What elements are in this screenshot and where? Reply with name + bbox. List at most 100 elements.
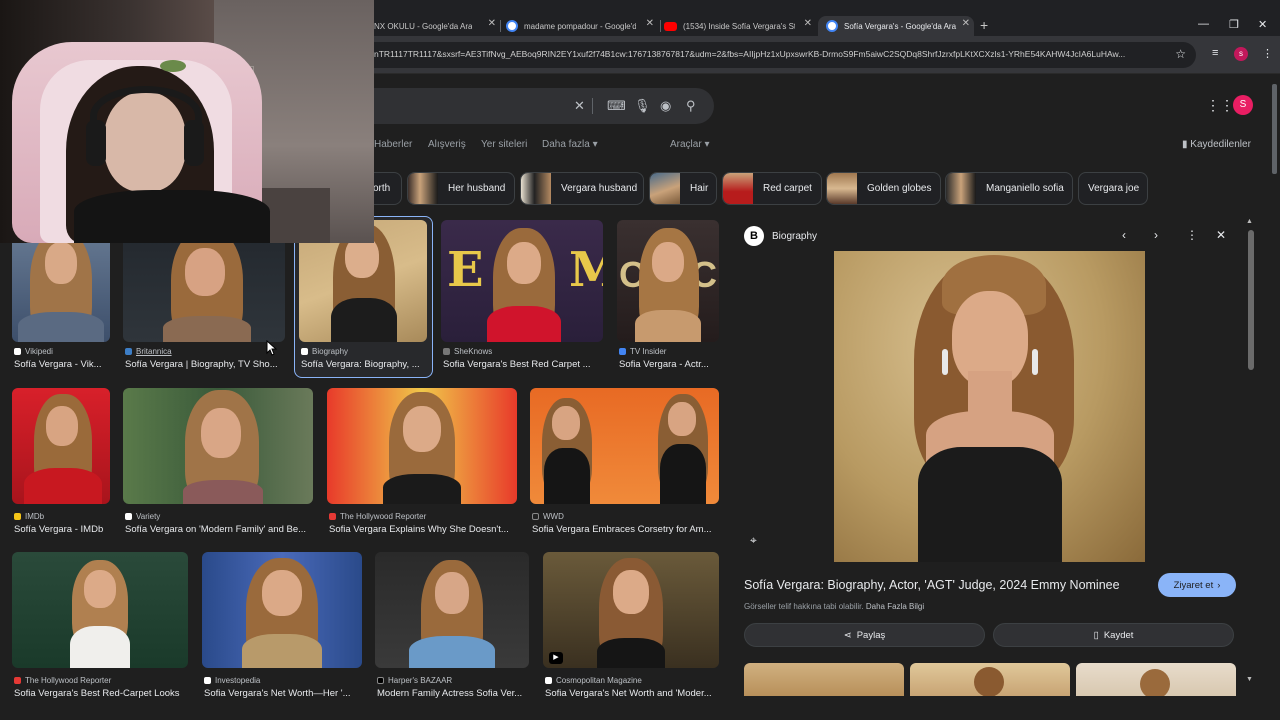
chip-red-carpet[interactable]: Red carpet [722, 172, 822, 205]
next-icon[interactable]: › [1154, 228, 1158, 242]
visit-label: Ziyaret et [1173, 579, 1214, 591]
result-source: IMDb [14, 512, 44, 521]
bookmark-icon: ▯ [1093, 629, 1099, 641]
tab-title: (1534) Inside Sofía Vergara's St [683, 21, 795, 31]
lens-icon[interactable]: ◉ [660, 98, 671, 114]
clear-icon[interactable]: ✕ [574, 98, 585, 114]
share-label: Paylaş [856, 629, 886, 641]
microphone-icon[interactable]: 🎙 [634, 98, 651, 114]
chip-golden-globes[interactable]: Golden globes [826, 172, 941, 205]
tab-nx-okulu[interactable]: NX OKULU - Google'da Ara ✕ [374, 16, 500, 36]
tab-search-icon[interactable]: ≡ [1212, 47, 1218, 59]
close-icon[interactable]: ✕ [488, 18, 496, 29]
save-label: Kaydet [1103, 629, 1134, 641]
chip-manganiello-sofia[interactable]: Manganiello sofia [945, 172, 1073, 205]
search-input[interactable]: ✕ ⌨ 🎙 ◉ ⚲ [370, 88, 714, 124]
biography-icon [301, 348, 308, 355]
previous-icon[interactable]: ‹ [1122, 228, 1126, 242]
preview-title[interactable]: Sofía Vergara: Biography, Actor, 'AGT' J… [744, 578, 1120, 592]
result-image[interactable] [327, 388, 517, 504]
nav-tools[interactable]: Araçlar ▾ [670, 139, 709, 150]
result-image[interactable] [202, 552, 362, 668]
nav-more[interactable]: Daha fazla ▾ [542, 139, 598, 150]
result-title: Sofía Vergara on 'Modern Family' and Be.… [125, 524, 307, 535]
close-window-icon[interactable]: ✕ [1258, 18, 1267, 31]
imdb-icon [14, 513, 21, 520]
result-source: Investopedia [204, 676, 260, 685]
harpers-bazaar-icon [377, 677, 384, 684]
chip-hair[interactable]: Hair [649, 172, 717, 205]
result-source: Biography [301, 347, 348, 356]
result-source: Variety [125, 512, 160, 521]
result-title: Sofía Vergara - Vik... [14, 359, 102, 370]
page-scrollbar[interactable] [1272, 84, 1277, 174]
chip-her-husband[interactable]: Her husband [407, 172, 515, 205]
related-image[interactable] [1076, 663, 1236, 696]
save-button[interactable]: ▯ Kaydet [993, 623, 1234, 647]
result-image[interactable] [530, 388, 719, 504]
chip-vergara-joe[interactable]: Vergara joe [1078, 172, 1148, 205]
keyboard-icon[interactable]: ⌨ [607, 98, 626, 114]
result-title: Sofia Vergara's Net Worth and 'Moder... [545, 688, 712, 699]
result-image[interactable] [123, 388, 313, 504]
scroll-down-icon[interactable]: ▼ [1246, 676, 1253, 683]
related-image[interactable] [910, 663, 1070, 696]
close-icon[interactable]: ✕ [804, 18, 812, 29]
panel-source[interactable]: Biography [772, 231, 817, 242]
result-image[interactable] [12, 552, 188, 668]
browser-profile-avatar[interactable]: s [1234, 47, 1248, 61]
tab-madame-pompadour[interactable]: madame pompadour - Google'da Ara ✕ [506, 16, 658, 36]
search-icon[interactable]: ⚲ [686, 98, 696, 114]
tab-youtube[interactable]: (1534) Inside Sofía Vergara's St ✕ [664, 16, 816, 36]
earring [942, 349, 948, 375]
panel-scrollbar[interactable] [1248, 230, 1254, 370]
chevron-right-icon: › [1217, 579, 1221, 591]
nav-shopping[interactable]: Alışveriş [428, 139, 466, 150]
lens-search-icon[interactable]: ⌖ [750, 533, 757, 548]
more-info-link[interactable]: Daha Fazla Bilgi [866, 602, 924, 611]
google-icon [506, 20, 518, 32]
result-image[interactable]: ▶ [543, 552, 719, 668]
visit-button[interactable]: Ziyaret et › [1158, 573, 1236, 597]
close-icon[interactable]: ✕ [1216, 228, 1226, 242]
result-image[interactable]: E M [441, 220, 603, 342]
chip-vergara-husband[interactable]: Vergara husband [520, 172, 644, 205]
nav-news[interactable]: Haberler [374, 139, 412, 150]
close-icon[interactable]: ✕ [646, 18, 654, 29]
result-source: SheKnows [443, 347, 492, 356]
more-options-icon[interactable]: ⋮ [1186, 228, 1198, 242]
minimize-icon[interactable]: — [1198, 18, 1209, 30]
nav-places[interactable]: Yer siteleri [481, 139, 527, 150]
share-button[interactable]: ⋖ Paylaş [744, 623, 985, 647]
result-image[interactable]: O C [617, 220, 719, 342]
chip-thumbnail [521, 173, 551, 204]
bookmark-star-icon[interactable]: ☆ [1175, 47, 1186, 61]
result-source: Britannica [125, 347, 172, 356]
saved-link[interactable]: ▮ Kaydedilenler [1182, 139, 1251, 150]
webcam-overlay [0, 0, 374, 243]
chip-label: Vergara joe [1088, 183, 1140, 194]
address-bar[interactable]: nTR1117TR1117&sxsrf=AE3TifNvg_AEBoq9RIN2… [360, 42, 1196, 68]
new-tab-button[interactable]: + [980, 17, 988, 33]
maximize-icon[interactable]: ❐ [1229, 18, 1239, 31]
sheknows-icon [443, 348, 450, 355]
preview-image[interactable] [834, 251, 1145, 562]
result-image[interactable] [375, 552, 529, 668]
tab-sofia-vergara[interactable]: Sofía Vergara's - Google'da Ara ✕ [818, 16, 974, 36]
result-title: Sofía Vergara | Biography, TV Sho... [125, 359, 278, 370]
britannica-icon [125, 348, 132, 355]
result-title: Modern Family Actress Sofia Ver... [377, 688, 523, 699]
youtube-icon [664, 21, 677, 31]
result-image[interactable] [12, 388, 110, 504]
close-icon[interactable]: ✕ [962, 18, 970, 29]
copyright-notice: Görseller telif hakkına tabi olabilir. D… [744, 602, 924, 611]
menu-icon[interactable]: ⋮ [1262, 47, 1273, 60]
investopedia-icon [204, 677, 211, 684]
scroll-up-icon[interactable]: ▲ [1246, 218, 1253, 225]
result-title: Sofia Vergara Explains Why She Doesn't..… [329, 524, 509, 535]
screen: NX OKULU - Google'da Ara ✕ madame pompad… [0, 0, 1280, 720]
google-account-avatar[interactable]: S [1233, 95, 1253, 115]
tab-title: madame pompadour - Google'da Ara [524, 21, 636, 31]
result-title: Sofia Vergara's Best Red-Carpet Looks [14, 688, 180, 699]
related-image[interactable] [744, 663, 904, 696]
